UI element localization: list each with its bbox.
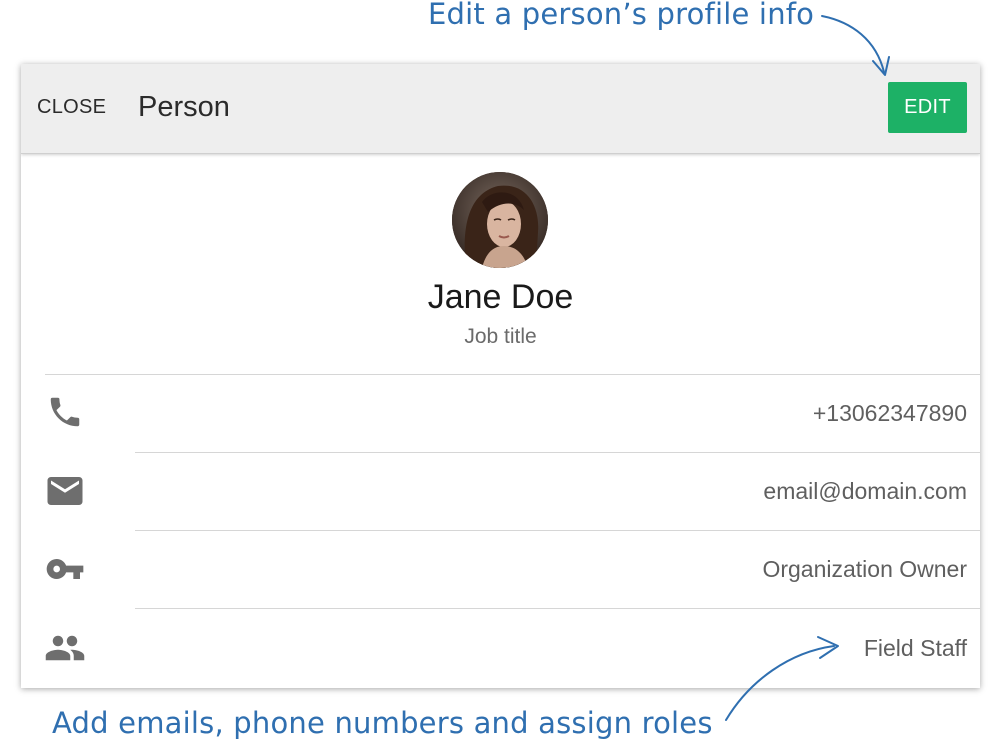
close-button[interactable]: CLOSE bbox=[37, 96, 106, 119]
annotation-add-details: Add emails, phone numbers and assign rol… bbox=[52, 706, 713, 740]
email-icon bbox=[44, 470, 86, 512]
people-icon bbox=[44, 627, 86, 669]
phone-icon bbox=[44, 391, 86, 433]
edit-button[interactable]: EDIT bbox=[888, 82, 967, 133]
person-card: CLOSE Person EDIT Jane Doe Job title +13… bbox=[21, 64, 980, 688]
phone-row[interactable]: +13062347890 bbox=[21, 375, 980, 453]
annotation-edit-profile: Edit a person’s profile info bbox=[428, 0, 815, 31]
role-row[interactable]: Organization Owner bbox=[21, 531, 980, 609]
email-row[interactable]: email@domain.com bbox=[21, 453, 980, 531]
profile-section: Jane Doe Job title bbox=[21, 154, 980, 374]
role-value: Organization Owner bbox=[762, 556, 967, 582]
page-title: Person bbox=[138, 91, 230, 123]
key-icon bbox=[44, 548, 86, 590]
email-value: email@domain.com bbox=[763, 478, 967, 504]
group-row[interactable]: Field Staff bbox=[21, 609, 980, 687]
phone-value: +13062347890 bbox=[812, 400, 967, 426]
group-value: Field Staff bbox=[863, 635, 967, 661]
avatar-photo bbox=[452, 172, 548, 268]
card-header: CLOSE Person EDIT bbox=[21, 64, 980, 154]
job-title: Job title bbox=[464, 325, 537, 348]
screenshot-stage: Edit a person’s profile info CLOSE Perso… bbox=[0, 0, 1002, 745]
person-name: Jane Doe bbox=[427, 278, 574, 316]
avatar bbox=[452, 172, 548, 268]
